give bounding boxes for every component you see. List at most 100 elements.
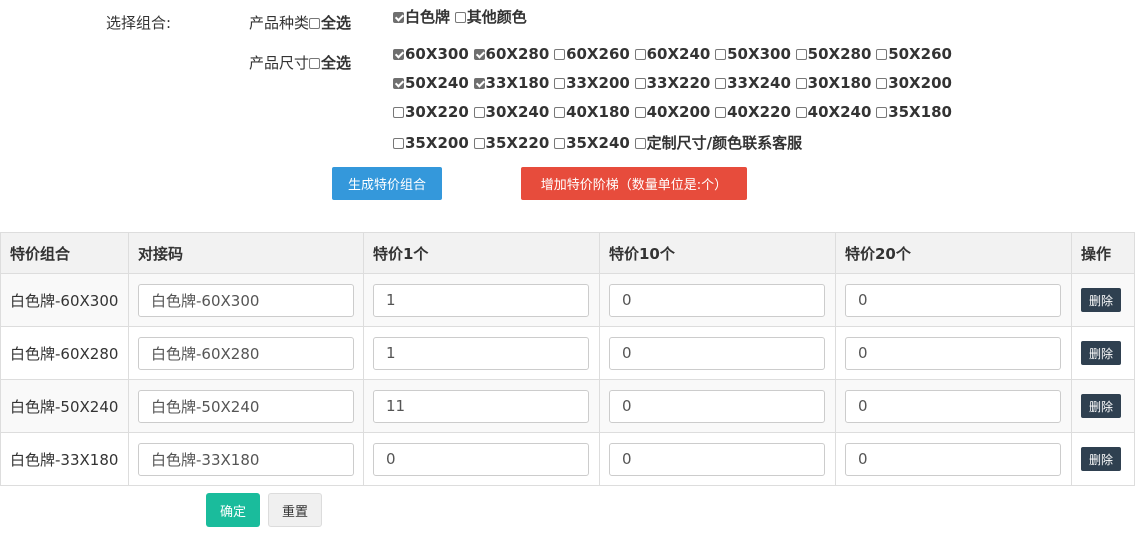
- size-label: 40X220: [727, 103, 791, 121]
- price-20-input[interactable]: [845, 283, 1061, 317]
- checkbox[interactable]: [715, 49, 727, 60]
- checkbox[interactable]: [473, 107, 485, 118]
- size-option[interactable]: 33X180: [473, 74, 549, 92]
- price-20-input[interactable]: [845, 336, 1061, 370]
- checkbox[interactable]: [393, 107, 404, 118]
- size-label: 50X280: [807, 45, 872, 63]
- size-label: 35X220: [485, 134, 550, 152]
- code-input[interactable]: [138, 442, 354, 476]
- delete-button[interactable]: 删除: [1081, 288, 1121, 312]
- size-label: 40X200: [646, 103, 711, 121]
- code-input[interactable]: [138, 389, 354, 423]
- size-option[interactable]: 60X240: [634, 45, 710, 63]
- checkbox[interactable]: [795, 78, 807, 89]
- size-label: 60X260: [566, 45, 630, 63]
- price-1-input[interactable]: [373, 442, 589, 476]
- size-label: 30X240: [485, 103, 550, 121]
- price-1-cell: [363, 326, 600, 380]
- generate-combo-button[interactable]: 生成特价组合: [332, 167, 442, 200]
- size-label: 40X180: [566, 103, 630, 121]
- checkbox[interactable]: [795, 107, 807, 118]
- size-option[interactable]: 35X240: [554, 134, 630, 152]
- size-option[interactable]: 50X240: [393, 74, 469, 92]
- price-1-cell: [363, 379, 600, 433]
- checkbox-checked[interactable]: [393, 49, 404, 60]
- size-option[interactable]: 60X260: [554, 45, 630, 63]
- size-option[interactable]: 30X240: [473, 103, 550, 121]
- delete-button[interactable]: 删除: [1081, 447, 1121, 471]
- delete-button[interactable]: 删除: [1081, 341, 1121, 365]
- header-action: 操作: [1071, 232, 1135, 274]
- checkbox[interactable]: [454, 12, 466, 23]
- price-10-input[interactable]: [609, 283, 825, 317]
- checkbox[interactable]: [554, 107, 566, 118]
- price-20-cell: [835, 432, 1072, 486]
- size-option[interactable]: 40X180: [554, 103, 630, 121]
- checkbox[interactable]: [876, 49, 888, 60]
- price-20-input[interactable]: [845, 442, 1061, 476]
- checkbox[interactable]: [634, 49, 646, 60]
- checkbox[interactable]: [876, 78, 888, 89]
- price-1-input[interactable]: [373, 283, 589, 317]
- type-option-other[interactable]: 其他颜色: [454, 8, 527, 26]
- size-option[interactable]: 30X180: [795, 74, 871, 92]
- price-10-input[interactable]: [609, 442, 825, 476]
- size-select-all-label[interactable]: 全选: [321, 54, 351, 72]
- checkbox[interactable]: [876, 107, 888, 118]
- size-option[interactable]: 50X280: [795, 45, 872, 63]
- special-price-table: 特价组合 对接码 特价1个 特价10个 特价20个 操作 白色牌-60X300 …: [0, 232, 1135, 486]
- checkbox[interactable]: [795, 49, 807, 60]
- reset-button[interactable]: 重置: [268, 493, 322, 527]
- size-option[interactable]: 50X260: [876, 45, 952, 63]
- size-option[interactable]: 35X180: [876, 103, 952, 121]
- size-option[interactable]: 35X200: [393, 134, 469, 152]
- checkbox[interactable]: [715, 107, 727, 118]
- size-option[interactable]: 30X220: [393, 103, 469, 121]
- type-option-white[interactable]: 白色牌: [393, 8, 450, 26]
- type-select-all-checkbox[interactable]: [309, 18, 321, 29]
- size-select-all-checkbox[interactable]: [309, 58, 321, 69]
- checkbox-checked[interactable]: [473, 78, 485, 89]
- size-label: 60X300: [405, 45, 469, 63]
- checkbox[interactable]: [554, 49, 566, 60]
- size-option[interactable]: 40X240: [795, 103, 871, 121]
- checkbox[interactable]: [554, 78, 566, 89]
- size-label: 33X200: [566, 74, 630, 92]
- checkbox[interactable]: [554, 138, 566, 149]
- code-input[interactable]: [138, 283, 354, 317]
- price-10-input[interactable]: [609, 336, 825, 370]
- size-option[interactable]: 40X200: [634, 103, 711, 121]
- code-input[interactable]: [138, 336, 354, 370]
- checkbox[interactable]: [715, 78, 727, 89]
- size-option[interactable]: 33X200: [554, 74, 630, 92]
- add-tier-button[interactable]: 增加特价阶梯（数量单位是:个）: [521, 167, 747, 200]
- checkbox[interactable]: [634, 107, 646, 118]
- checkbox-checked[interactable]: [473, 49, 485, 60]
- confirm-button[interactable]: 确定: [206, 493, 260, 527]
- size-label: 35X240: [566, 134, 630, 152]
- size-option[interactable]: 33X240: [715, 74, 791, 92]
- price-20-input[interactable]: [845, 389, 1061, 423]
- checkbox[interactable]: [393, 138, 404, 149]
- size-option[interactable]: 定制尺寸/颜色联系客服: [634, 134, 802, 152]
- checkbox[interactable]: [473, 138, 485, 149]
- price-1-input[interactable]: [373, 336, 589, 370]
- size-option[interactable]: 60X280: [473, 45, 549, 63]
- checkbox-checked[interactable]: [393, 12, 404, 23]
- size-option[interactable]: 35X220: [473, 134, 550, 152]
- size-option[interactable]: 50X300: [715, 45, 791, 63]
- size-option[interactable]: 40X220: [715, 103, 791, 121]
- price-10-input[interactable]: [609, 389, 825, 423]
- product-size-label: 产品尺寸 全选: [249, 52, 351, 73]
- size-option[interactable]: 60X300: [393, 45, 469, 63]
- price-1-input[interactable]: [373, 389, 589, 423]
- combo-cell: 白色牌-60X280: [0, 326, 129, 380]
- checkbox[interactable]: [634, 138, 646, 149]
- type-select-all-label[interactable]: 全选: [321, 14, 351, 32]
- size-option[interactable]: 30X200: [876, 74, 952, 92]
- size-option[interactable]: 33X220: [634, 74, 710, 92]
- product-size-label-text: 产品尺寸: [249, 54, 310, 72]
- delete-button[interactable]: 删除: [1081, 394, 1121, 418]
- checkbox[interactable]: [634, 78, 646, 89]
- checkbox-checked[interactable]: [393, 78, 404, 89]
